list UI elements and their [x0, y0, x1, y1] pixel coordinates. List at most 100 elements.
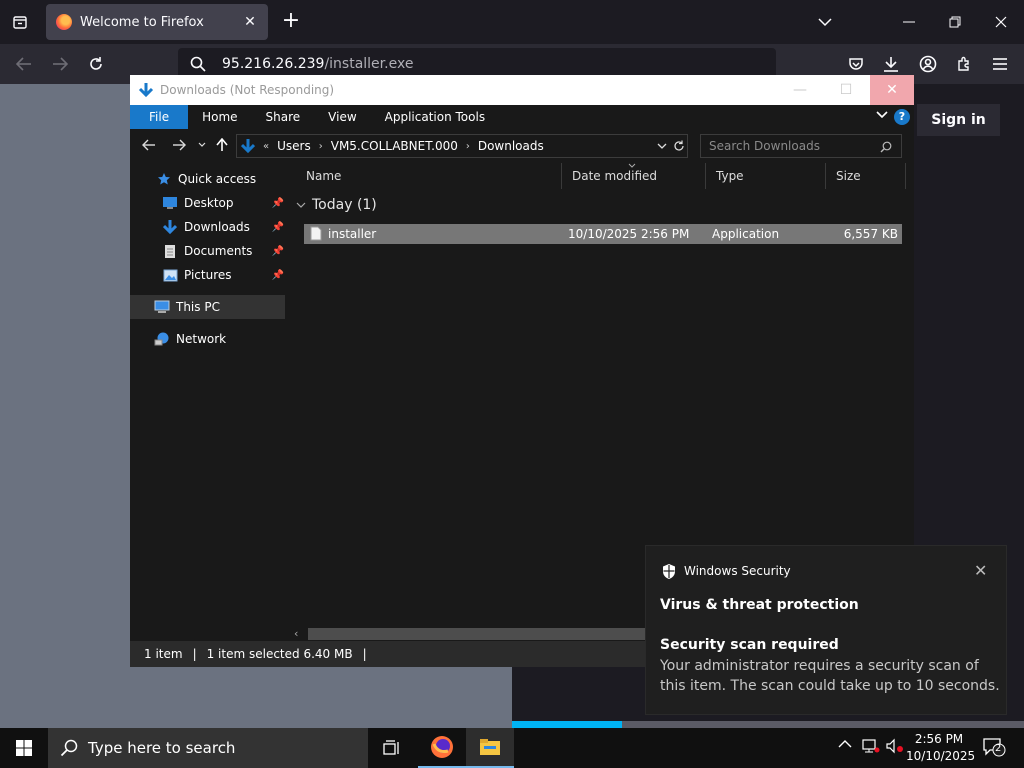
ribbon-tab-share[interactable]: Share: [252, 105, 315, 129]
explorer-window-title: Downloads (Not Responding): [160, 83, 335, 97]
scroll-left-icon[interactable]: ‹: [294, 627, 298, 640]
column-header-type[interactable]: Type: [706, 163, 826, 189]
windows-start-icon[interactable]: [0, 728, 48, 768]
file-size: 6,557 KB: [843, 227, 898, 241]
tab-title: Welcome to Firefox: [80, 14, 204, 30]
extensions-icon[interactable]: [950, 50, 978, 78]
search-icon: [190, 56, 206, 72]
toast-heading: Virus & threat protection: [660, 597, 859, 613]
clock-time: 2:56 PM: [914, 732, 964, 746]
nav-item-label: Desktop: [184, 196, 234, 210]
explorer-minimize-icon[interactable]: —: [778, 75, 822, 105]
nav-item-downloads[interactable]: Downloads 📌: [130, 215, 288, 239]
nav-item-desktop[interactable]: Desktop 📌: [130, 191, 288, 215]
taskbar-search-input[interactable]: Type here to search: [48, 728, 368, 768]
notification-count: 2: [995, 743, 1002, 754]
reload-icon[interactable]: [82, 50, 110, 78]
column-header-size[interactable]: Size: [826, 163, 906, 189]
notification-center-icon[interactable]: 2: [982, 736, 1008, 762]
account-icon[interactable]: [914, 50, 942, 78]
group-label: Today (1): [312, 197, 377, 213]
recent-locations-chevron-icon[interactable]: [198, 142, 206, 148]
new-tab-button[interactable]: +: [278, 8, 304, 36]
address-bar[interactable]: « Users › VM5.COLLABNET.000 › Downloads: [236, 134, 688, 158]
computer-icon: [154, 299, 170, 315]
pin-icon: 📌: [271, 269, 284, 281]
downloads-location-icon: [241, 139, 255, 154]
nav-item-label: Downloads: [184, 220, 250, 234]
table-row[interactable]: installer 10/10/2025 2:56 PM Application…: [304, 224, 902, 244]
ribbon-tab-file[interactable]: File: [130, 105, 189, 129]
chevron-down-icon[interactable]: [810, 8, 840, 36]
downloads-folder-icon: [138, 83, 154, 98]
group-header-today[interactable]: Today (1): [296, 197, 377, 213]
star-icon: [156, 171, 172, 187]
breadcrumb-user-folder[interactable]: VM5.COLLABNET.000: [331, 139, 458, 153]
sign-in-button[interactable]: Sign in: [917, 104, 1000, 136]
search-downloads-input[interactable]: Search Downloads: [700, 134, 902, 158]
taskbar-clock[interactable]: 2:56 PM 10/10/2025: [906, 731, 975, 765]
nav-item-pictures[interactable]: Pictures 📌: [130, 263, 288, 287]
download-progress-bar: [512, 721, 1024, 728]
column-header-name[interactable]: Name: [296, 163, 562, 189]
breadcrumb-downloads[interactable]: Downloads: [478, 139, 544, 153]
desktop-icon: [162, 195, 178, 211]
nav-item-network[interactable]: Network: [130, 327, 288, 351]
search-icon: [60, 739, 78, 757]
status-divider: |: [192, 647, 197, 661]
url-host: 95.216.26.239: [222, 56, 325, 72]
restore-icon[interactable]: [940, 8, 970, 36]
back-arrow-icon[interactable]: [10, 50, 38, 78]
file-explorer-taskbar-icon[interactable]: [466, 728, 514, 768]
browser-tab-bar: Welcome to Firefox ✕ +: [0, 0, 1024, 44]
help-icon[interactable]: ?: [894, 109, 910, 125]
nav-item-label: Pictures: [184, 268, 232, 282]
breadcrumb-separator-icon[interactable]: ›: [319, 141, 323, 152]
ribbon-tab-view[interactable]: View: [314, 105, 370, 129]
nav-item-this-pc[interactable]: This PC: [130, 295, 285, 319]
explorer-maximize-icon[interactable]: ☐: [824, 75, 868, 105]
browser-tab[interactable]: Welcome to Firefox ✕: [46, 4, 268, 40]
toast-app-name: Windows Security: [684, 564, 791, 578]
list-all-tabs-icon[interactable]: [6, 8, 34, 36]
forward-arrow-icon[interactable]: [46, 50, 74, 78]
search-icon: [880, 141, 892, 153]
up-arrow-icon[interactable]: [216, 138, 228, 152]
security-notification-toast[interactable]: Windows Security ✕ Virus & threat protec…: [645, 545, 1007, 715]
volume-muted-icon[interactable]: [886, 738, 904, 758]
file-date: 10/10/2025 2:56 PM: [568, 227, 690, 241]
breadcrumb-users[interactable]: Users: [277, 139, 311, 153]
refresh-icon[interactable]: [673, 140, 685, 152]
back-arrow-icon[interactable]: [142, 139, 156, 151]
address-dropdown-chevron-icon[interactable]: [657, 143, 667, 150]
close-icon[interactable]: ✕: [974, 561, 987, 580]
explorer-title-bar[interactable]: Downloads (Not Responding) — ☐ ✕: [130, 75, 914, 105]
application-file-icon: [310, 226, 322, 241]
close-tab-icon[interactable]: ✕: [242, 14, 258, 30]
download-progress-fill: [512, 721, 623, 728]
sort-chevron-icon: [628, 163, 636, 168]
task-view-icon[interactable]: [368, 728, 416, 768]
expand-ribbon-icon[interactable]: [876, 108, 888, 122]
nav-item-documents[interactable]: Documents 📌: [130, 239, 288, 263]
status-divider: |: [362, 647, 367, 661]
downloads-icon[interactable]: [877, 50, 905, 78]
explorer-close-icon[interactable]: ✕: [870, 75, 914, 105]
network-status-icon[interactable]: [862, 738, 880, 758]
pocket-icon[interactable]: [842, 50, 870, 78]
minimize-icon[interactable]: [894, 8, 924, 36]
ribbon-tab-application-tools[interactable]: Application Tools: [371, 105, 499, 129]
nav-item-quick-access[interactable]: Quick access: [130, 167, 288, 191]
firefox-taskbar-icon[interactable]: [418, 728, 466, 768]
menu-icon[interactable]: [986, 50, 1014, 78]
breadcrumb-separator-icon[interactable]: ›: [466, 141, 470, 152]
show-hidden-icons-chevron-icon[interactable]: [838, 738, 852, 753]
ribbon-tab-home[interactable]: Home: [188, 105, 251, 129]
item-count: 1 item: [144, 647, 183, 661]
forward-arrow-icon[interactable]: [172, 139, 186, 151]
nav-item-label: Network: [176, 332, 227, 346]
close-window-icon[interactable]: [986, 8, 1016, 36]
overflow-chevron-icon[interactable]: «: [263, 141, 269, 152]
toast-subheading: Security scan required: [660, 637, 839, 653]
pictures-icon: [162, 267, 178, 283]
